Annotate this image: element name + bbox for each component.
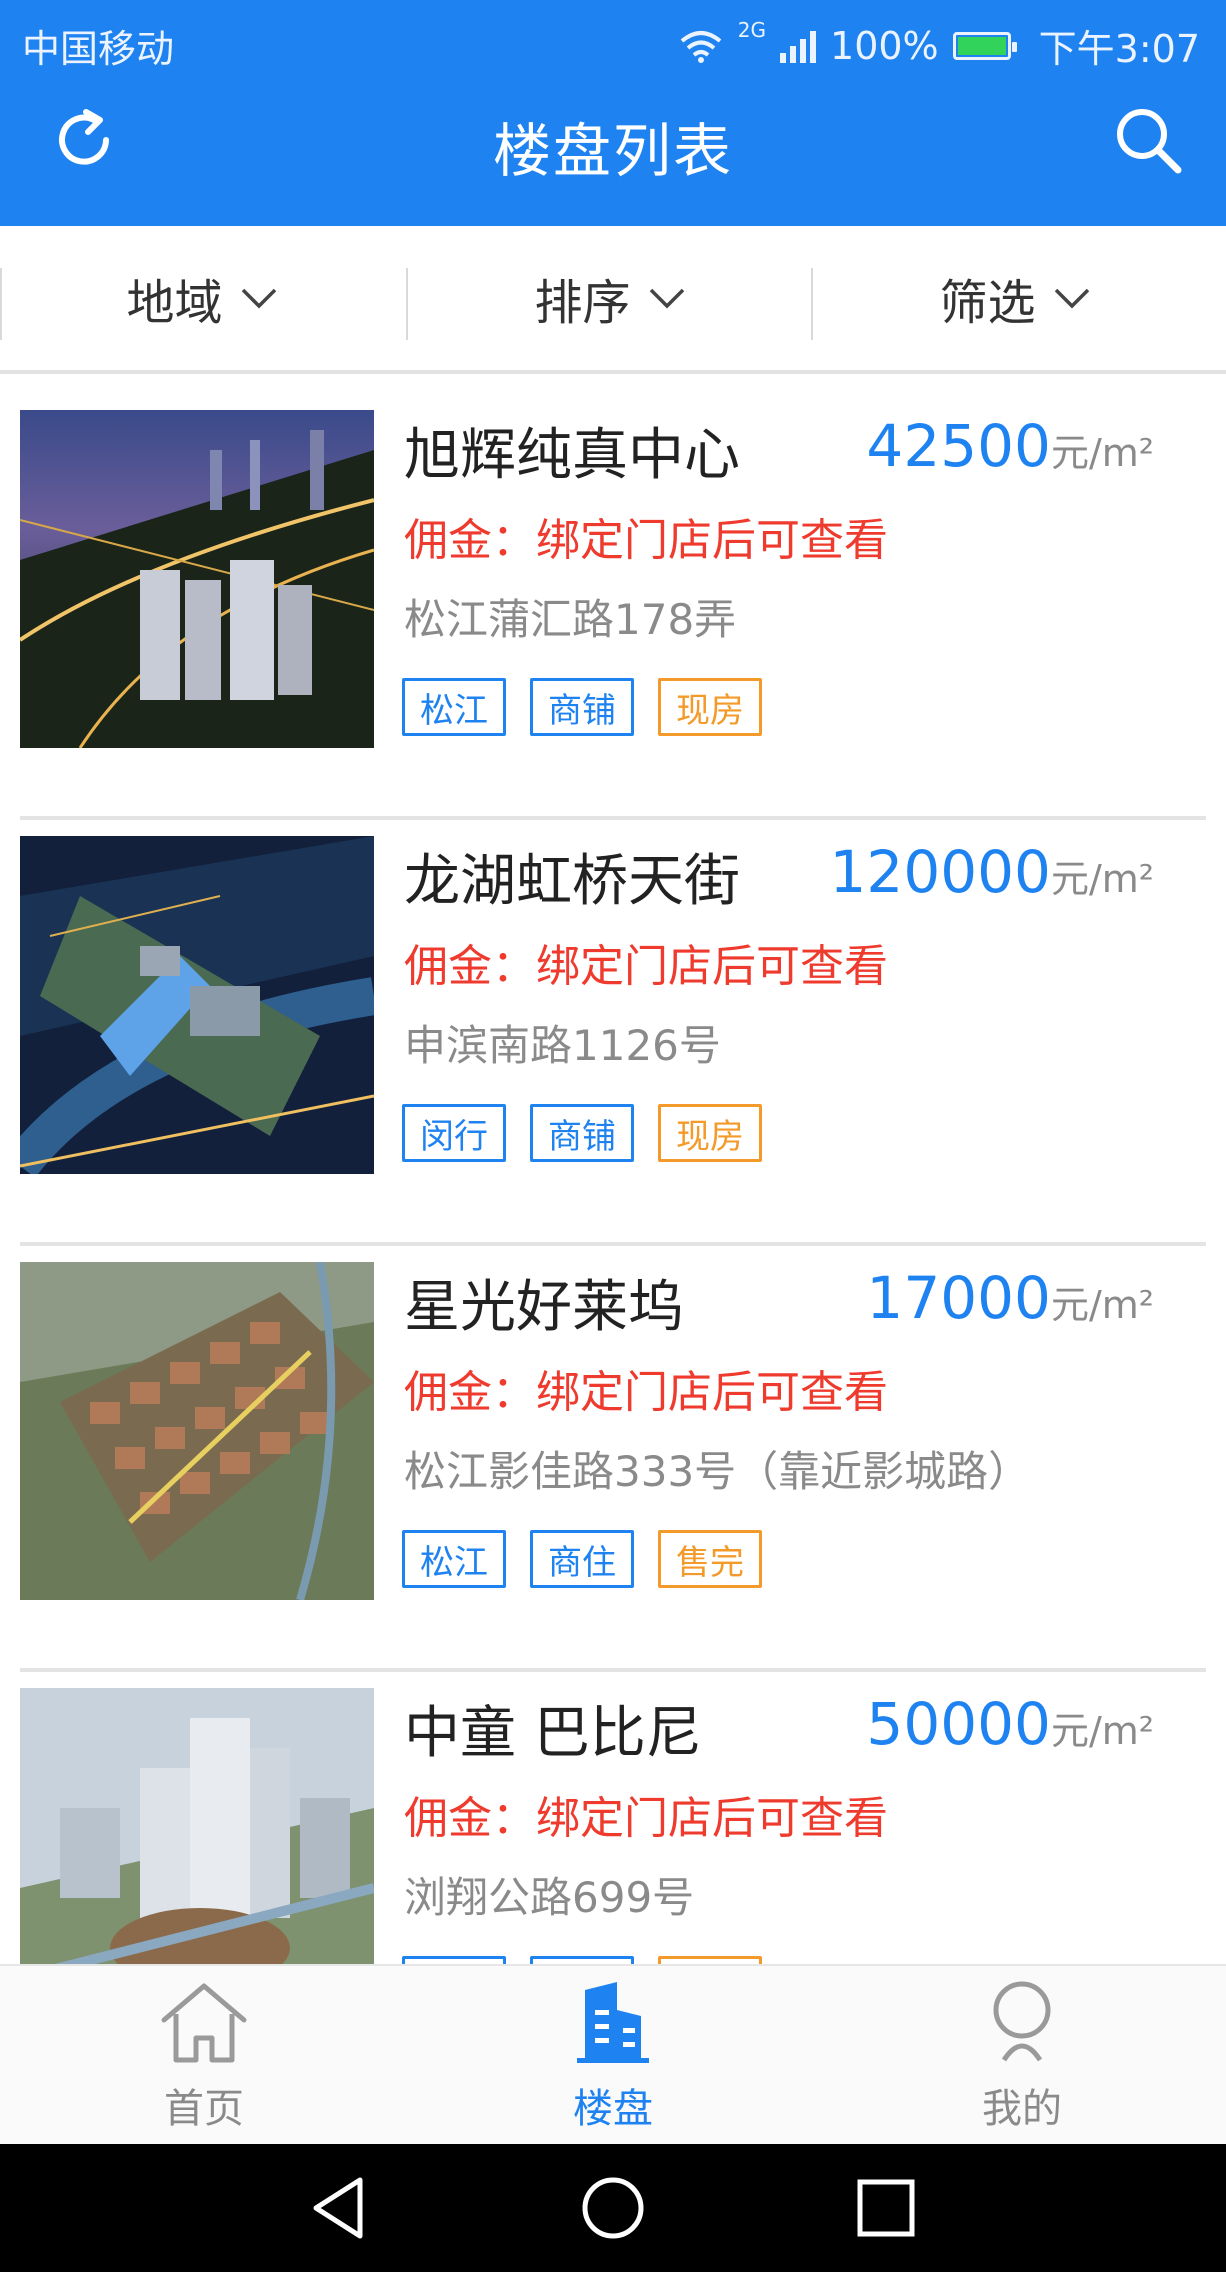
listing-image	[20, 1688, 374, 1964]
back-button[interactable]	[304, 2172, 376, 2244]
tag-status: 现房	[658, 1104, 762, 1162]
commission-text: 佣金：绑定门店后可查看	[404, 515, 888, 566]
listing-card[interactable]: 星光好莱坞 17000元/m² 佣金：绑定门店后可查看 松江影佳路333号（靠近…	[0, 1262, 1226, 1688]
search-button[interactable]	[1112, 104, 1184, 176]
listing-name: 旭辉纯真中心	[404, 423, 740, 488]
listing-card[interactable]: 旭辉纯真中心 42500元/m² 佣金：绑定门店后可查看 松江蒲汇路178弄 松…	[0, 410, 1226, 836]
commission-text: 佣金：绑定门店后可查看	[404, 1793, 888, 1844]
tag-district: 松江	[402, 1530, 506, 1588]
listing-address: 松江蒲汇路178弄	[404, 595, 737, 644]
nav-item-home[interactable]: 首页	[104, 1980, 304, 2140]
page-title: 楼盘列表	[492, 117, 733, 185]
person-icon	[993, 1981, 1051, 2062]
commission-text: 佣金：绑定门店后可查看	[404, 1367, 888, 1418]
home-icon	[161, 1983, 247, 2063]
listing-image	[20, 1262, 374, 1600]
chevron-down-icon	[1054, 288, 1089, 309]
battery-percent: 100%	[830, 23, 939, 68]
tag-district: 松江	[402, 678, 506, 736]
battery-icon	[952, 31, 1017, 60]
nav-label: 楼盘	[573, 2086, 653, 2132]
listing-address: 浏翔公路699号	[404, 1873, 695, 1922]
listing-price: 120000元/m²	[829, 838, 1154, 906]
listing-card[interactable]: 龙湖虹桥天街 120000元/m² 佣金：绑定门店后可查看 申滨南路1126号 …	[0, 836, 1226, 1262]
nav-label: 我的	[982, 2086, 1062, 2132]
tag-group: 闵行 商铺 现房	[402, 1104, 762, 1162]
listing-image	[20, 836, 374, 1174]
system-nav-bar	[0, 2144, 1226, 2272]
nav-label: 首页	[164, 2086, 244, 2132]
signal-icon	[780, 29, 817, 63]
circle-home-icon	[582, 2177, 644, 2239]
tag-type: 商铺	[530, 1104, 634, 1162]
filter-bar: 地域 排序 筛选	[0, 226, 1226, 374]
tag-group	[402, 1956, 762, 1964]
chevron-down-icon	[241, 288, 276, 309]
listing-price: 42500元/m²	[866, 412, 1154, 480]
filter-more[interactable]: 筛选	[813, 226, 1218, 370]
tag-district: 闵行	[402, 1104, 506, 1162]
filter-label: 排序	[534, 275, 631, 331]
tag-district	[402, 1956, 506, 1964]
listing-name: 龙湖虹桥天街	[404, 849, 740, 914]
status-bar: 中国移动 2G 100% 下午3:07	[0, 0, 1226, 84]
tag-status: 现房	[658, 678, 762, 736]
divider	[20, 1668, 1206, 1672]
listing-image	[20, 410, 374, 748]
search-icon	[1117, 109, 1182, 174]
bottom-nav: 首页 楼盘 我的	[0, 1964, 1226, 2144]
recent-apps-button[interactable]	[850, 2172, 922, 2244]
listing-name: 星光好莱坞	[404, 1275, 684, 1340]
clock: 下午3:07	[1038, 27, 1200, 71]
listing-list: 旭辉纯真中心 42500元/m² 佣金：绑定门店后可查看 松江蒲汇路178弄 松…	[0, 410, 1226, 1964]
tag-group: 松江 商铺 现房	[402, 678, 762, 736]
tag-type: 商住	[530, 1530, 634, 1588]
filter-sort[interactable]: 排序	[408, 226, 813, 370]
filter-region[interactable]: 地域	[0, 226, 405, 370]
listing-address: 松江影佳路333号（靠近影城路）	[404, 1447, 1031, 1496]
tag-status: 售完	[658, 1530, 762, 1588]
wifi-icon	[680, 30, 722, 63]
listing-name: 中童 巴比尼	[404, 1701, 702, 1766]
listing-card[interactable]: 中童 巴比尼 50000元/m² 佣金：绑定门店后可查看 浏翔公路699号	[0, 1688, 1226, 1964]
building-icon	[577, 1982, 649, 2063]
filter-label: 筛选	[939, 275, 1036, 331]
back-icon	[313, 2177, 363, 2239]
tag-type: 商铺	[530, 678, 634, 736]
tag-group: 松江 商住 售完	[402, 1530, 762, 1588]
listing-price: 50000元/m²	[866, 1690, 1154, 1758]
chevron-down-icon	[649, 288, 684, 309]
nav-item-buildings[interactable]: 楼盘	[513, 1980, 713, 2140]
filter-label: 地域	[126, 275, 223, 331]
network-type: 2G	[737, 18, 767, 42]
divider	[20, 1242, 1206, 1246]
listing-address: 申滨南路1126号	[404, 1021, 721, 1070]
carrier-label: 中国移动	[22, 27, 175, 71]
status-indicators: 2G 100% 下午3:07	[678, 18, 1200, 73]
commission-text: 佣金：绑定门店后可查看	[404, 941, 888, 992]
divider	[20, 816, 1206, 820]
nav-item-profile[interactable]: 我的	[922, 1980, 1122, 2140]
tag-type	[530, 1956, 634, 1964]
listing-price: 17000元/m²	[866, 1264, 1154, 1332]
tag-status	[658, 1956, 762, 1964]
square-icon	[857, 2179, 915, 2237]
home-system-button[interactable]	[577, 2172, 649, 2244]
